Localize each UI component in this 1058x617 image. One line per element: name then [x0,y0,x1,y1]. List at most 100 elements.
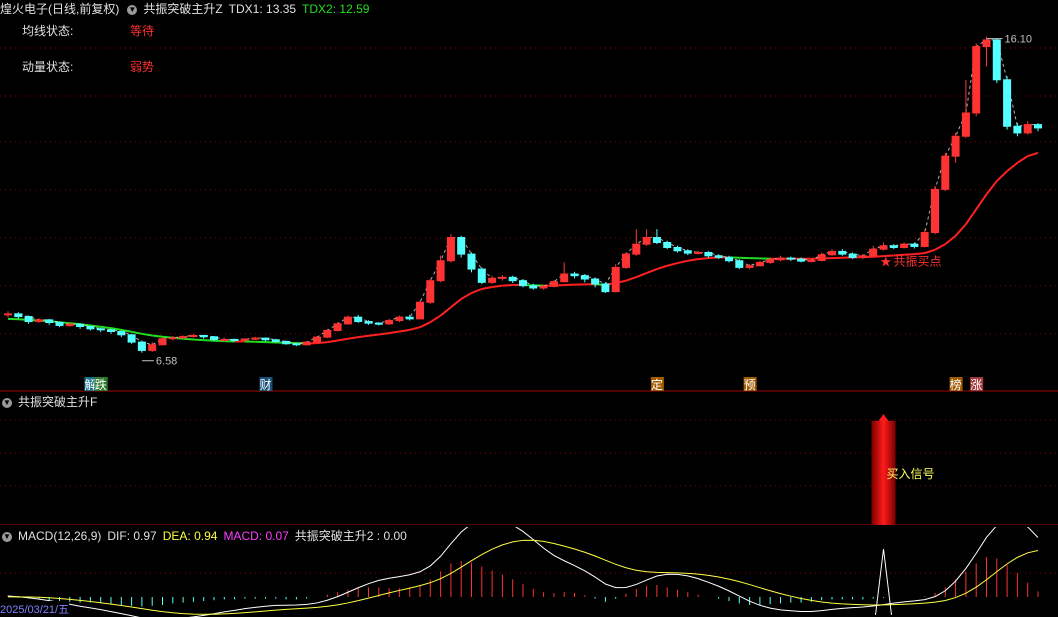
macd-name: MACD(12,26,9) [18,529,102,543]
candle-body [199,334,208,338]
candle-body [189,334,198,337]
candle-body [580,275,589,280]
ma-line-segment [1027,151,1039,158]
collapse-icon[interactable]: ▼ [2,531,12,542]
candle-body [632,243,641,255]
candle-body [477,268,486,283]
candle-body [24,316,33,323]
candle-body [941,155,950,190]
f-indicator-panel[interactable]: 买入信号 ▼ 共振突破主升F [0,393,1058,525]
candle-body [817,254,826,261]
ma-line-segment [471,288,483,294]
candle-body [622,253,630,268]
main-chart-panel[interactable]: 16.10 6.58 ★ 共振买点解跌财定预榜涨 煌火电子(日线,前复权) ▼ 共振突破主… [0,0,1058,392]
candle-body [1003,79,1012,127]
candle-body [4,313,12,316]
ma-line-segment [409,326,421,331]
candle-body [416,301,424,320]
candle-body [673,246,682,252]
ma-line-segment [985,180,998,195]
candle-body [261,337,270,341]
macd-header: ▼ MACD(12,26,9) DIF: 0.97 DEA: 0.94 MACD: 0.… [0,527,413,545]
dea-value: DEA: 0.94 [162,529,218,543]
candle-body [1023,124,1032,134]
indicator-name: 共振突破主升Z [143,2,223,16]
ma-line-segment [337,337,349,342]
candle-body [683,250,692,254]
candle-body [910,243,919,247]
ma-line-segment [152,334,163,338]
candle-body [65,323,74,327]
ma-line-segment [203,339,215,342]
candle-body [210,336,218,340]
candle-body [271,339,280,342]
ma-line-segment [975,193,988,210]
candle-body [168,337,177,340]
candle-body [14,313,23,318]
candle-body [323,329,332,338]
kline-chart[interactable]: 16.106.58★ 共振买点解跌财定预榜涨 [0,0,1058,392]
candle-body [848,253,857,258]
candle-body [96,328,105,331]
candle-body [467,253,476,270]
candle-body [374,322,383,325]
ma-line-segment [368,333,379,337]
f-indicator-name: 共振突破主升F [18,395,98,409]
candle-body [76,323,85,328]
candle-body [1013,125,1022,134]
ma-line-segment [347,336,359,340]
candle-body [797,258,806,262]
ma-line-segment [193,338,204,342]
ma-line-segment [399,328,410,333]
ma-line-segment [358,334,369,339]
candle-body [828,250,836,256]
ma-line-segment [687,258,699,262]
ma-line-segment [419,321,431,329]
momentum-status-label: 动量状态: [22,60,74,74]
candle-body [961,112,970,137]
candle-body [694,251,703,254]
trend-dashed-line [8,39,1038,346]
candle-body [807,259,816,262]
candle-body [127,334,136,343]
dif-value: DIF: 0.97 [107,529,157,543]
candle-body [920,232,929,247]
f-header: ▼ 共振突破主升F [0,393,103,411]
ma-line-segment [954,223,967,237]
ma-status-value: 等待 [130,24,155,38]
ma-line-segment [944,235,957,245]
ma-line-segment [450,298,462,309]
candle-body [951,135,960,157]
candle-body [405,316,414,320]
candle-body [735,260,744,268]
event-tag-label: 财 [260,378,272,392]
ma-line-segment [656,264,668,271]
candle-body [364,321,373,324]
candle-body [992,39,1001,81]
buy-signal-label: 买入信号 [887,467,935,481]
f-indicator-chart: 买入信号 [0,414,1058,525]
collapse-icon[interactable]: ▼ [2,397,12,408]
candle-body [889,245,898,248]
ma-line-segment [131,330,143,335]
collapse-icon[interactable]: ▼ [127,4,138,15]
candle-body [900,243,909,248]
candle-body [148,344,157,351]
candle-body [601,283,610,293]
ma-line-segment [698,257,709,261]
ma-line-segment [100,325,112,330]
candle-body [333,323,342,331]
ma-line-segment [491,284,503,288]
candle-body [519,280,527,287]
candle-body [436,260,445,282]
event-tag-label: 定 [651,377,663,392]
candle-body [488,277,497,283]
buy-signal-arrow-icon [878,414,889,421]
candle-body [385,320,394,325]
candle-body [725,256,733,262]
ma-line-segment [460,292,473,300]
event-tag-label: 预 [744,378,756,392]
macd-panel[interactable]: ▼ MACD(12,26,9) DIF: 0.97 DEA: 0.94 MACD: 0.… [0,527,1058,617]
event-tag-label: 涨 [970,377,982,392]
candle-body [45,319,54,324]
